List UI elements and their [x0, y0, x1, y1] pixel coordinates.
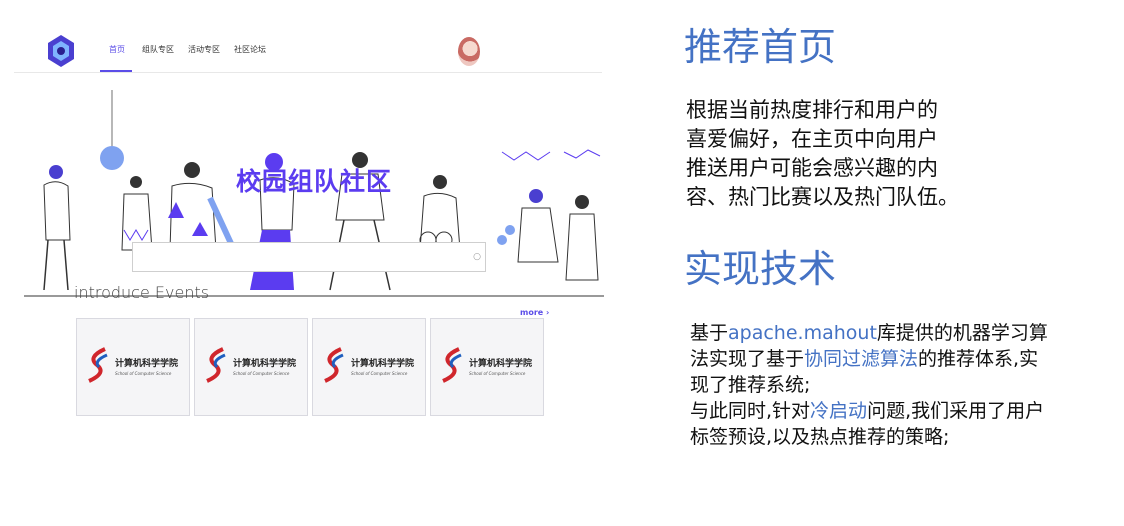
text-line: 标签预设,以及热点推荐的策略; [690, 426, 950, 448]
website-screenshot: 首页 组队专区 活动专区 社区论坛 校园组队社区 ○ introduce Eve… [14, 30, 604, 420]
section2-heading: 实现技术 [684, 247, 837, 291]
active-tab-indicator [100, 70, 132, 72]
card-subtitle: School of Computer Science [469, 371, 526, 376]
section1-body: 根据当前热度排行和用户的 喜爱偏好，在主页中向用户 推送用户可能会感兴趣的内 容… [686, 96, 959, 212]
card-title: 计算机科学学院 [233, 359, 297, 369]
text-line: 基于apache.mahout库提供的机器学习算 [690, 322, 1048, 344]
text-line: 根据当前热度排行和用户的 [686, 98, 938, 122]
event-card[interactable]: 计算机科学学院 School of Computer Science [76, 318, 190, 416]
nav-activity[interactable]: 活动专区 [188, 44, 220, 55]
nav-team[interactable]: 组队专区 [142, 44, 174, 55]
navbar: 首页 组队专区 活动专区 社区论坛 [14, 30, 602, 73]
avatar[interactable] [458, 37, 480, 66]
school-logo-icon [206, 347, 226, 383]
school-logo-icon [442, 347, 462, 383]
logo-icon[interactable] [46, 34, 76, 68]
card-title: 计算机科学学院 [115, 359, 179, 369]
text-line: 容、热门比赛以及热门队伍。 [686, 185, 959, 209]
event-card[interactable]: 计算机科学学院 School of Computer Science [194, 318, 308, 416]
card-title: 计算机科学学院 [351, 359, 415, 369]
nav-home[interactable]: 首页 [109, 44, 125, 55]
event-card[interactable]: 计算机科学学院 School of Computer Science [430, 318, 544, 416]
card-title: 计算机科学学院 [469, 359, 533, 369]
text-line: 法实现了基于协同过滤算法的推荐体系,实 [690, 348, 1039, 370]
search-input[interactable]: ○ [132, 242, 486, 272]
text-line: 喜爱偏好，在主页中向用户 [686, 127, 938, 151]
events-section-title: introduce Events [74, 283, 210, 302]
text-line: 推送用户可能会感兴趣的内 [686, 156, 938, 180]
nav-forum[interactable]: 社区论坛 [234, 44, 266, 55]
section1-heading: 推荐首页 [684, 25, 837, 69]
hero-title: 校园组队社区 [235, 167, 392, 196]
card-subtitle: School of Computer Science [351, 371, 408, 376]
card-subtitle: School of Computer Science [115, 371, 172, 376]
search-icon[interactable]: ○ [473, 252, 481, 262]
text-line: 现了推荐系统; [690, 374, 811, 396]
card-subtitle: School of Computer Science [233, 371, 290, 376]
more-link[interactable]: more › [520, 308, 549, 317]
text-line: 与此同时,针对冷启动问题,我们采用了用户 [690, 400, 1045, 422]
event-card[interactable]: 计算机科学学院 School of Computer Science [312, 318, 426, 416]
section2-body: 基于apache.mahout库提供的机器学习算 法实现了基于协同过滤算法的推荐… [690, 320, 1048, 450]
school-logo-icon [324, 347, 344, 383]
school-logo-icon [88, 347, 108, 383]
